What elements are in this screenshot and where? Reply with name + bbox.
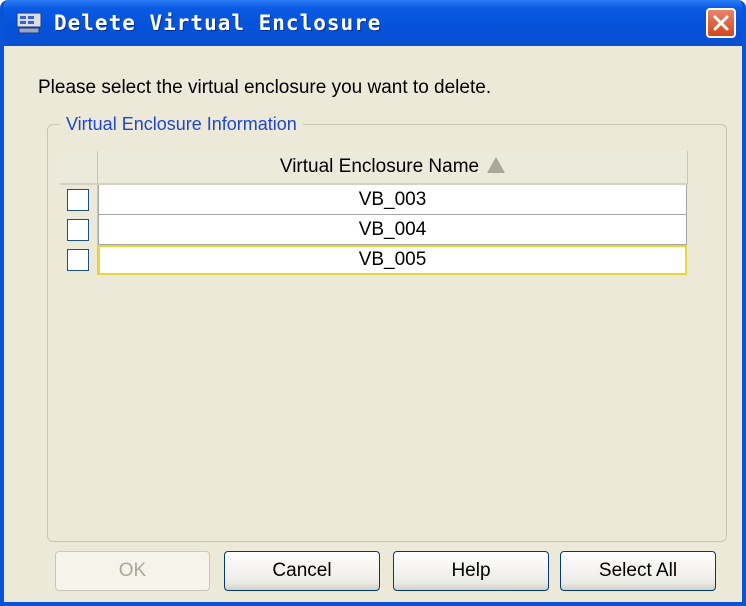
column-header-name[interactable]: Virtual Enclosure Name [98,151,688,185]
table-row[interactable]: VB_003 [60,185,687,215]
row-checkbox[interactable] [67,189,89,211]
close-icon [713,15,729,31]
row-name-cell[interactable]: VB_004 [98,215,687,245]
instruction-text: Please select the virtual enclosure you … [38,77,492,98]
app-icon [16,11,42,35]
cancel-button[interactable]: Cancel [224,551,380,591]
window-title: Delete Virtual Enclosure [54,11,382,35]
column-header-label: Virtual Enclosure Name [279,156,480,177]
table-row[interactable]: VB_004 [60,215,687,245]
row-name-cell[interactable]: VB_003 [98,185,687,215]
title-bar[interactable]: Delete Virtual Enclosure [4,0,742,46]
close-button[interactable] [706,8,736,38]
row-checkbox[interactable] [67,249,89,271]
table-row[interactable]: VB_005 [60,245,687,275]
group-label: Virtual Enclosure Information [60,112,303,136]
dialog-window: Delete Virtual Enclosure Please select t… [0,0,746,606]
select-all-button[interactable]: Select All [560,551,716,591]
sort-ascending-icon [487,157,506,173]
ok-button[interactable]: OK [55,551,210,591]
help-button[interactable]: Help [393,551,549,591]
header-checkbox-column[interactable] [60,151,98,185]
row-checkbox[interactable] [67,219,89,241]
row-name-cell[interactable]: VB_005 [98,245,687,275]
table-header: Virtual Enclosure Name [60,151,688,185]
